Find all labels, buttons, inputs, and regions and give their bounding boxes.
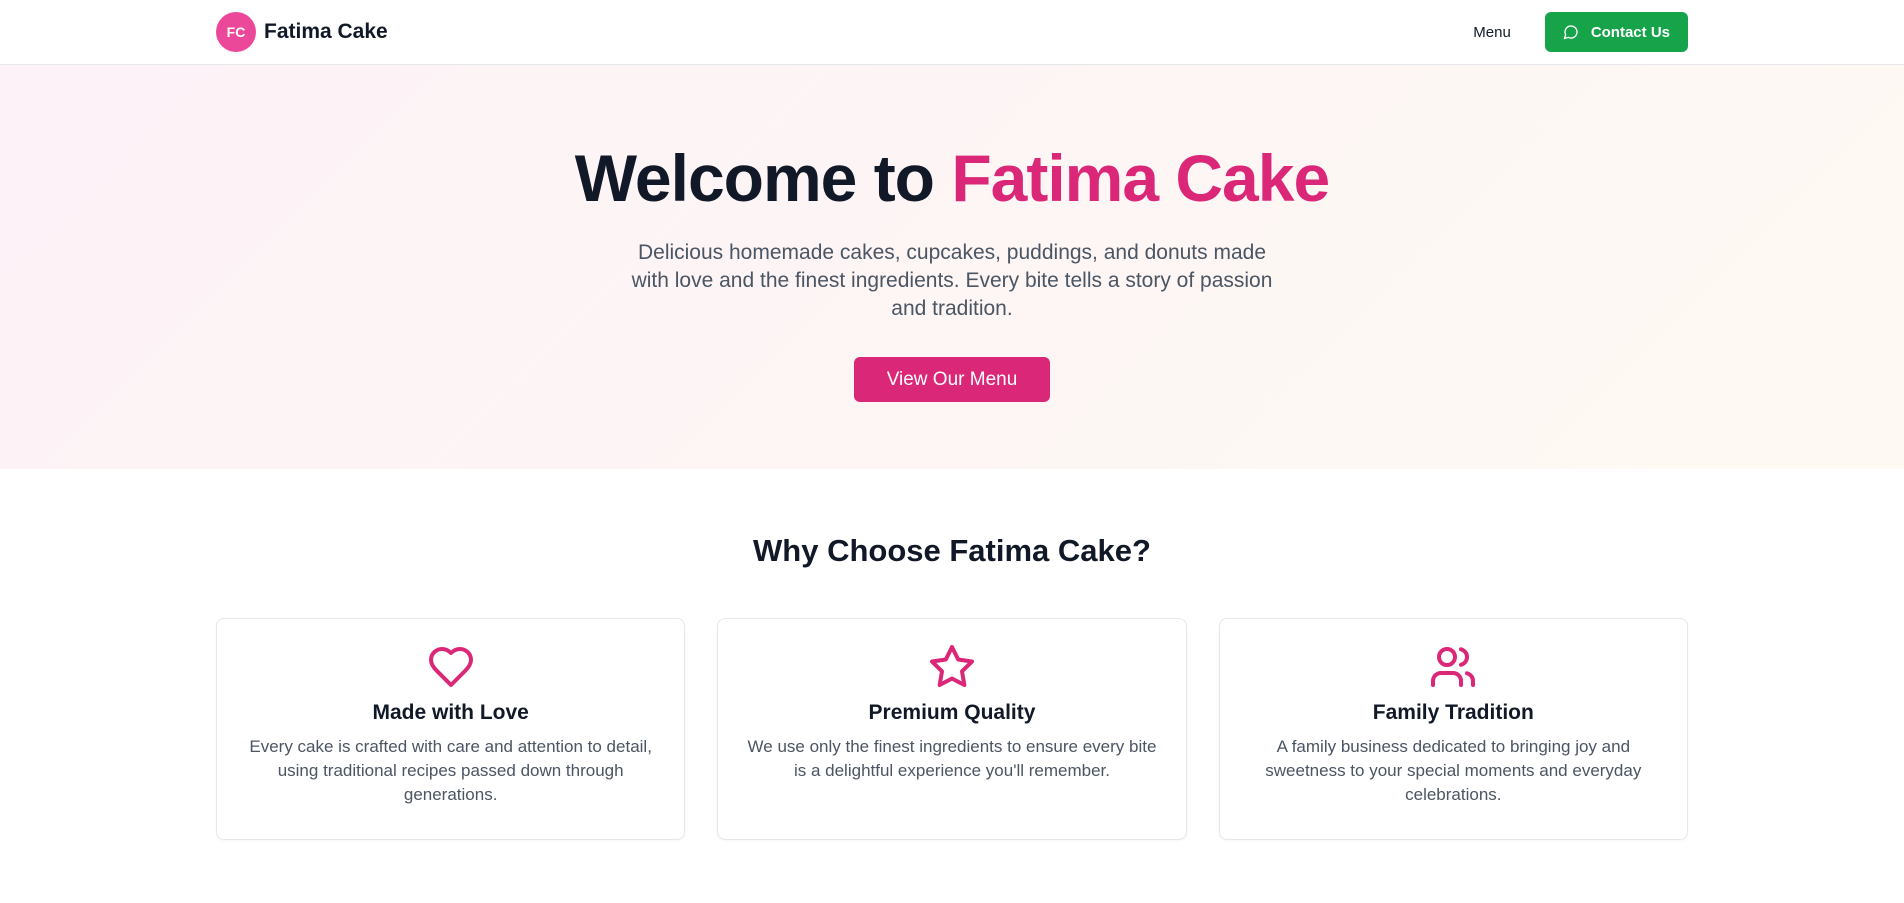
feature-cards: Made with Love Every cake is crafted wit… [216,618,1688,840]
hero-section: Welcome to Fatima Cake Delicious homemad… [0,65,1904,469]
site-header: FC Fatima Cake Menu Contact Us [0,0,1904,65]
hero-subtitle: Delicious homemade cakes, cupcakes, pudd… [631,241,1273,320]
contact-us-label: Contact Us [1590,23,1670,41]
hero-title-prefix: Welcome to [574,141,952,215]
heart-icon [217,643,684,691]
users-icon [1220,643,1687,691]
feature-card-title: Premium Quality [868,701,1036,724]
header-container: FC Fatima Cake Menu Contact Us [216,0,1688,64]
brand-name: Fatima Cake [264,20,388,43]
feature-card-text: A family business dedicated to bringing … [1265,737,1642,804]
features-title: Why Choose Fatima Cake? [753,533,1151,568]
message-circle-icon [1563,24,1579,40]
feature-card-text: We use only the finest ingredients to en… [747,737,1157,780]
hero-title-accent: Fatima Cake [951,141,1330,215]
feature-card-text: Every cake is crafted with care and atte… [249,737,652,804]
star-icon [718,643,1185,691]
nav-menu-link[interactable]: Menu [1461,16,1523,49]
hero-title: Welcome to Fatima Cake [0,145,1904,211]
feature-card-love: Made with Love Every cake is crafted wit… [216,618,686,840]
feature-card-title: Made with Love [372,701,529,724]
feature-card-tradition: Family Tradition A family business dedic… [1218,618,1688,840]
feature-card-title: Family Tradition [1372,701,1534,724]
view-menu-button[interactable]: View Our Menu [854,357,1050,402]
brand[interactable]: FC Fatima Cake [216,12,388,52]
feature-card-quality: Premium Quality We use only the finest i… [717,618,1187,840]
contact-us-button[interactable]: Contact Us [1544,12,1688,52]
features-section: Why Choose Fatima Cake? Made with Love E… [0,469,1904,840]
brand-logo: FC [216,12,256,52]
main-nav: Menu Contact Us [1461,12,1688,52]
